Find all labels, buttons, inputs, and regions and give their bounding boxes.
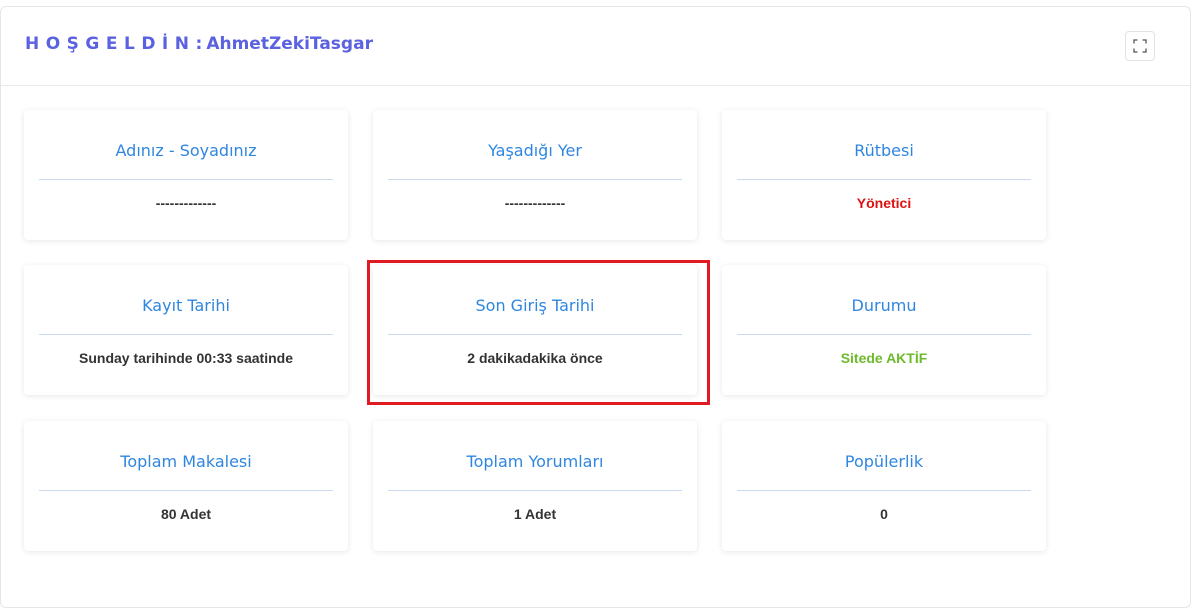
card-title: Popülerlik xyxy=(844,452,924,471)
card-value: ------------- xyxy=(504,195,566,211)
card-divider xyxy=(39,179,333,180)
card-divider xyxy=(39,490,333,491)
card-divider xyxy=(737,179,1031,180)
card-divider xyxy=(737,334,1031,335)
card-full-name: Adınız - Soyadınız ------------- xyxy=(24,110,348,240)
card-total-articles: Toplam Makalesi 80 Adet xyxy=(24,421,348,551)
card-value: 1 Adet xyxy=(513,506,557,522)
card-title: Kayıt Tarihi xyxy=(142,296,230,315)
card-title: Son Giriş Tarihi xyxy=(475,296,595,315)
card-value-status: Sitede AKTİF xyxy=(840,350,928,366)
card-title: Durumu xyxy=(851,296,917,315)
card-registration-date: Kayıt Tarihi Sunday tarihinde 00:33 saat… xyxy=(24,265,348,395)
welcome-title: HOŞGELDİN: AhmetZekiTasgar xyxy=(25,34,373,54)
card-value-rank: Yönetici xyxy=(856,195,912,211)
card-popularity: Popülerlik 0 xyxy=(722,421,1046,551)
card-last-login: Son Giriş Tarihi 2 dakikadakika önce xyxy=(373,265,697,395)
card-title: Toplam Makalesi xyxy=(120,452,252,471)
card-title: Rütbesi xyxy=(854,141,914,160)
card-value: 2 dakikadakika önce xyxy=(467,350,603,366)
card-title: Adınız - Soyadınız xyxy=(115,141,257,160)
card-divider xyxy=(737,490,1031,491)
card-divider xyxy=(388,179,682,180)
fullscreen-button[interactable] xyxy=(1125,31,1155,61)
card-title: Toplam Yorumları xyxy=(466,452,604,471)
expand-icon xyxy=(1133,39,1147,53)
card-status: Durumu Sitede AKTİF xyxy=(722,265,1046,395)
welcome-colon: : xyxy=(195,34,203,54)
card-title: Yaşadığı Yer xyxy=(488,141,582,160)
card-divider xyxy=(39,334,333,335)
card-divider xyxy=(388,334,682,335)
card-value: 0 xyxy=(880,506,888,522)
card-total-comments: Toplam Yorumları 1 Adet xyxy=(373,421,697,551)
card-value: ------------- xyxy=(155,195,217,211)
card-divider xyxy=(388,490,682,491)
welcome-username: AhmetZekiTasgar xyxy=(206,34,373,54)
welcome-greeting: HOŞGELDİN xyxy=(25,34,196,54)
card-value: 80 Adet xyxy=(160,506,212,522)
panel-header: HOŞGELDİN: AhmetZekiTasgar xyxy=(1,7,1190,86)
card-rank: Rütbesi Yönetici xyxy=(722,110,1046,240)
card-value: Sunday tarihinde 00:33 saatinde xyxy=(79,350,293,366)
card-location: Yaşadığı Yer ------------- xyxy=(373,110,697,240)
